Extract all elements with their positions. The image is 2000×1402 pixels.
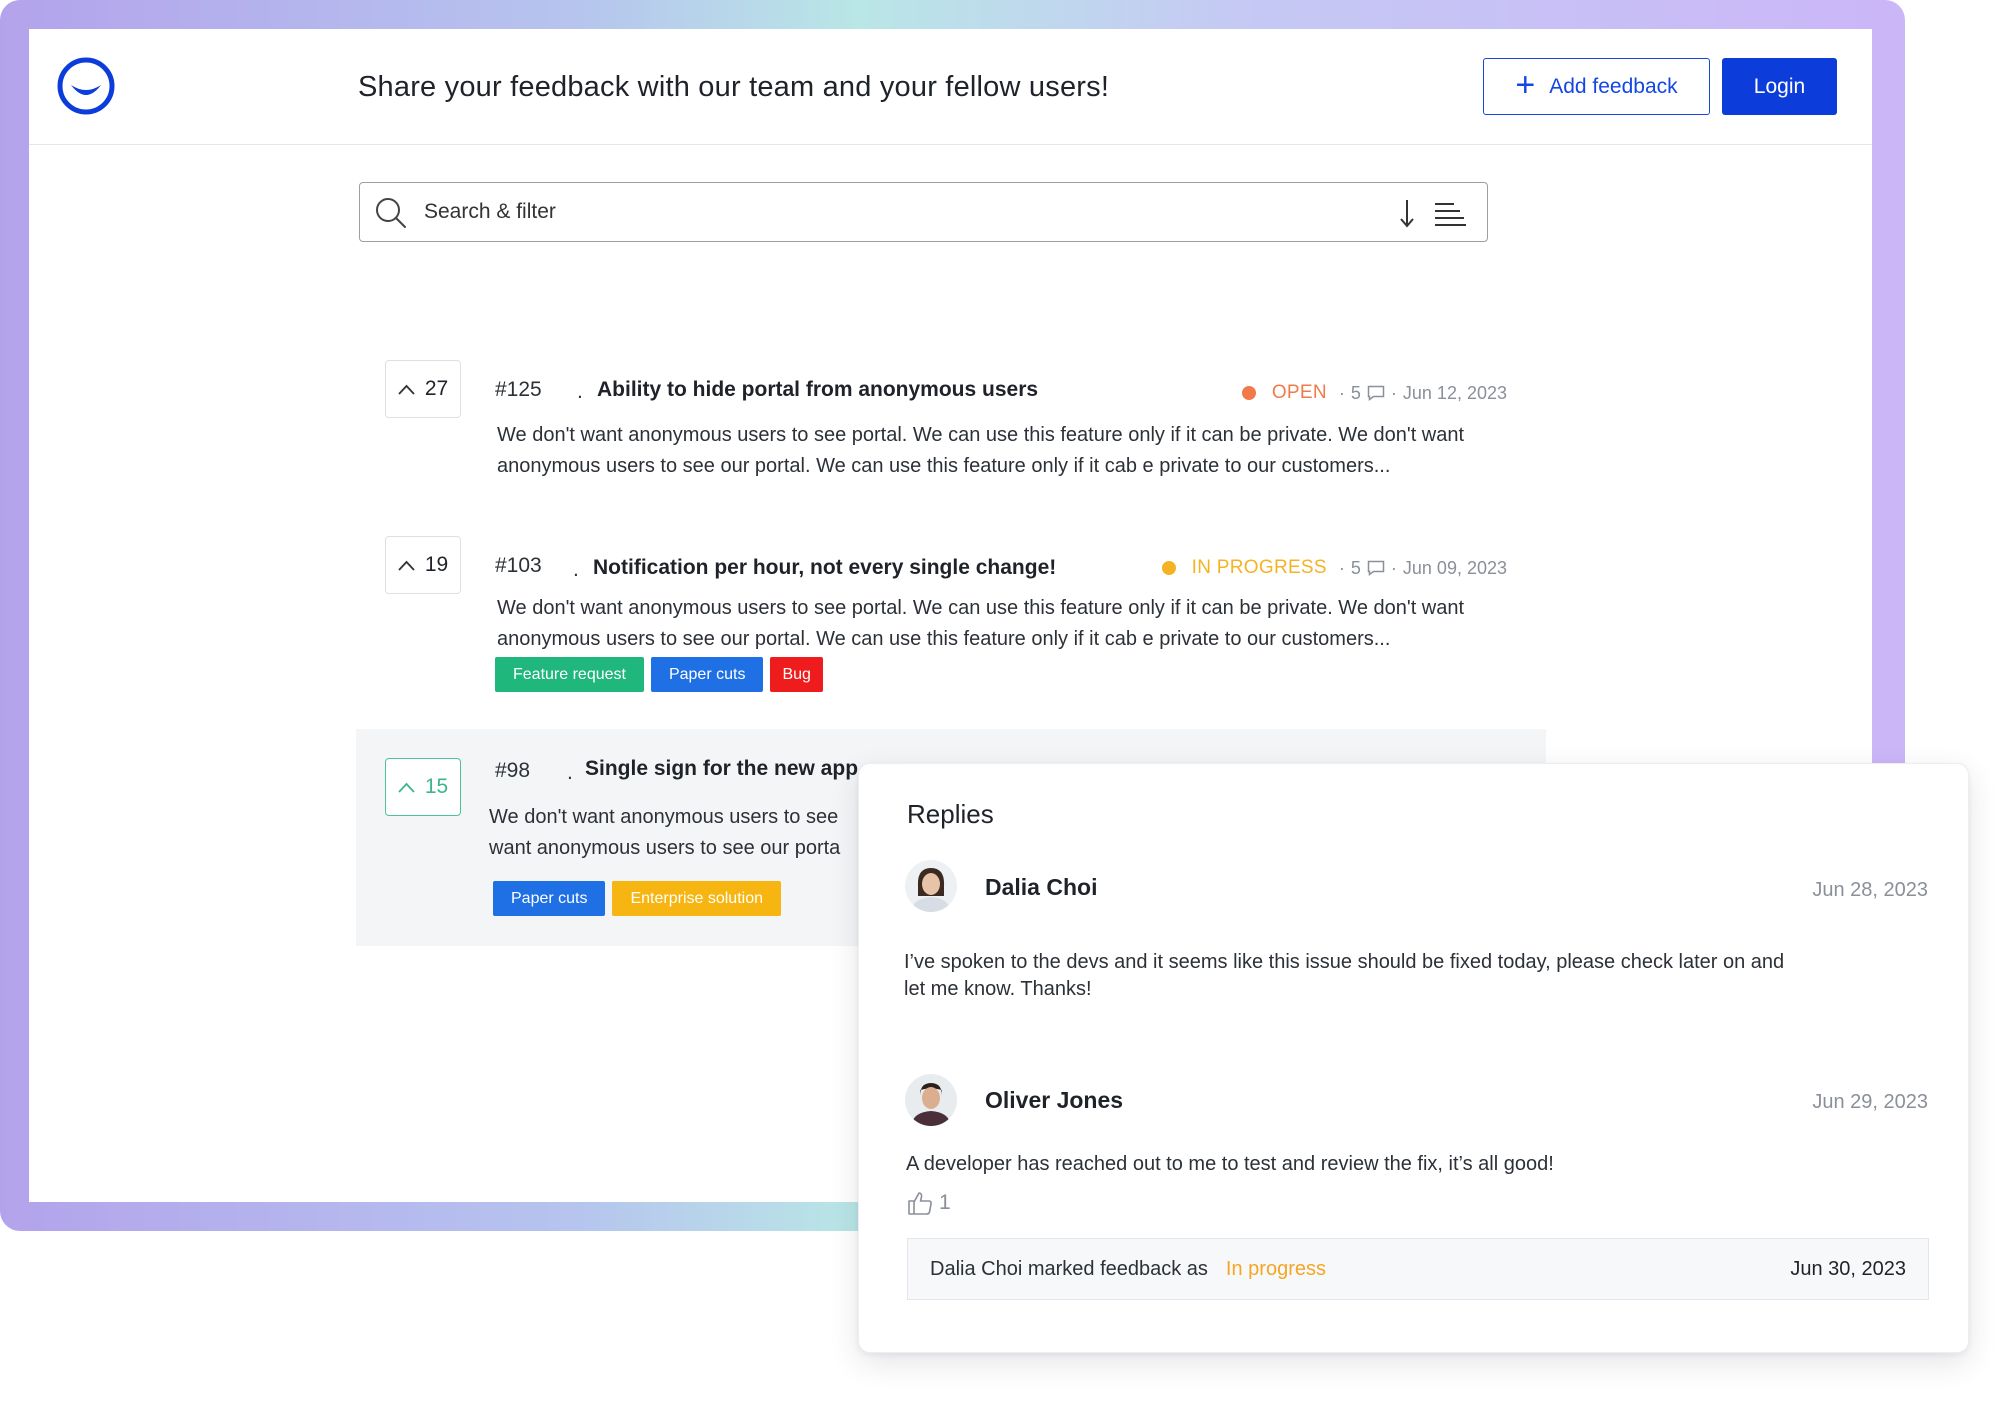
tag-paper-cuts[interactable]: Paper cuts <box>493 881 606 916</box>
chevron-up-icon <box>398 560 415 571</box>
upvote-button[interactable]: 15 <box>385 758 461 816</box>
feedback-meta: IN PROGRESS · 5 · Jun 09, 2023 <box>1161 557 1507 579</box>
filter-icon[interactable] <box>1434 201 1466 227</box>
feedback-title[interactable]: Single sign for the new app <box>585 757 858 781</box>
tag-feature-request[interactable]: Feature request <box>495 657 644 692</box>
like-button[interactable]: 1 <box>907 1190 951 1216</box>
tag-enterprise-solution[interactable]: Enterprise solution <box>612 881 781 916</box>
status-change-status: In progress <box>1225 1257 1326 1280</box>
vote-count: 27 <box>424 377 449 400</box>
chevron-up-icon <box>398 782 415 793</box>
replies-panel: Replies Dalia Choi Jun 28, 2023 I’ve spo… <box>858 763 1969 1353</box>
separator: . <box>567 761 573 784</box>
tag-paper-cuts[interactable]: Paper cuts <box>650 657 764 692</box>
separator: . <box>573 558 579 581</box>
reply-author[interactable]: Dalia Choi <box>985 874 1097 901</box>
reply-text: A developer has reached out to me to tes… <box>906 1153 1554 1175</box>
separator: . <box>577 380 583 403</box>
feedback-meta: OPEN · 5 · Jun 12, 2023 <box>1241 382 1507 404</box>
feedback-description: We don't want anonymous users to see por… <box>497 424 1465 477</box>
status-dot <box>1241 386 1256 400</box>
comment-icon <box>1367 385 1385 401</box>
avatar[interactable] <box>905 1074 957 1126</box>
tag-list: Feature request Paper cuts Bug <box>495 657 823 692</box>
status-dot <box>1161 561 1176 575</box>
feedback-number: #98 <box>495 759 531 782</box>
feedback-date: Jun 09, 2023 <box>1402 557 1507 578</box>
thumbs-up-icon <box>908 1192 932 1215</box>
feedback-item[interactable]: 27 #125 . Ability to hide portal from an… <box>354 329 1544 489</box>
separator: · <box>1390 557 1397 578</box>
search-icon <box>376 198 406 228</box>
comment-icon <box>1367 560 1385 576</box>
search-input[interactable] <box>424 183 1324 240</box>
page-title: Share your feedback with our team and yo… <box>358 71 1110 103</box>
reply-date: Jun 28, 2023 <box>1812 879 1928 901</box>
reply-date: Jun 29, 2023 <box>1812 1091 1928 1113</box>
login-button[interactable]: Login <box>1722 58 1837 115</box>
feedback-item[interactable]: 19 #103 . Notification per hour, not eve… <box>354 505 1544 705</box>
feedback-description: We don't want anonymous users to see por… <box>497 597 1465 650</box>
logo-icon[interactable] <box>57 57 115 115</box>
upvote-button[interactable]: 19 <box>385 536 461 594</box>
add-feedback-button[interactable]: + Add feedback <box>1483 58 1710 115</box>
vote-count: 15 <box>424 775 449 798</box>
status-badge: OPEN <box>1271 382 1327 403</box>
feedback-number: #103 <box>495 554 542 577</box>
upvote-button[interactable]: 27 <box>385 360 461 418</box>
status-badge: IN PROGRESS <box>1191 557 1327 578</box>
header: Share your feedback with our team and yo… <box>29 29 1872 145</box>
replies-title: Replies <box>907 799 994 829</box>
status-change-date: Jun 30, 2023 <box>1790 1257 1906 1280</box>
separator: · <box>1390 382 1397 403</box>
feedback-date: Jun 12, 2023 <box>1402 382 1507 403</box>
reply-text: I’ve spoken to the devs and it seems lik… <box>904 951 1785 1000</box>
avatar[interactable] <box>905 860 957 912</box>
reply-author[interactable]: Oliver Jones <box>985 1087 1123 1114</box>
add-feedback-label: Add feedback <box>1549 74 1678 98</box>
vote-count: 19 <box>424 553 449 576</box>
tag-list: Paper cuts Enterprise solution <box>493 881 781 916</box>
status-change-entry: Dalia Choi marked feedback as In progres… <box>907 1238 1929 1300</box>
search-bar <box>359 182 1488 242</box>
separator: · <box>1338 557 1345 578</box>
feedback-title[interactable]: Ability to hide portal from anonymous us… <box>597 378 1038 402</box>
comment-count: 5 <box>1350 382 1361 403</box>
sort-icon[interactable] <box>1397 197 1417 229</box>
chevron-up-icon <box>398 384 415 395</box>
plus-icon: + <box>1515 66 1536 104</box>
comment-count: 5 <box>1350 557 1361 578</box>
feedback-title[interactable]: Notification per hour, not every single … <box>593 556 1056 580</box>
separator: · <box>1338 382 1345 403</box>
status-change-text: Dalia Choi marked feedback as <box>930 1257 1208 1280</box>
feedback-number: #125 <box>495 378 542 401</box>
tag-bug[interactable]: Bug <box>770 657 823 692</box>
like-count: 1 <box>939 1191 951 1214</box>
